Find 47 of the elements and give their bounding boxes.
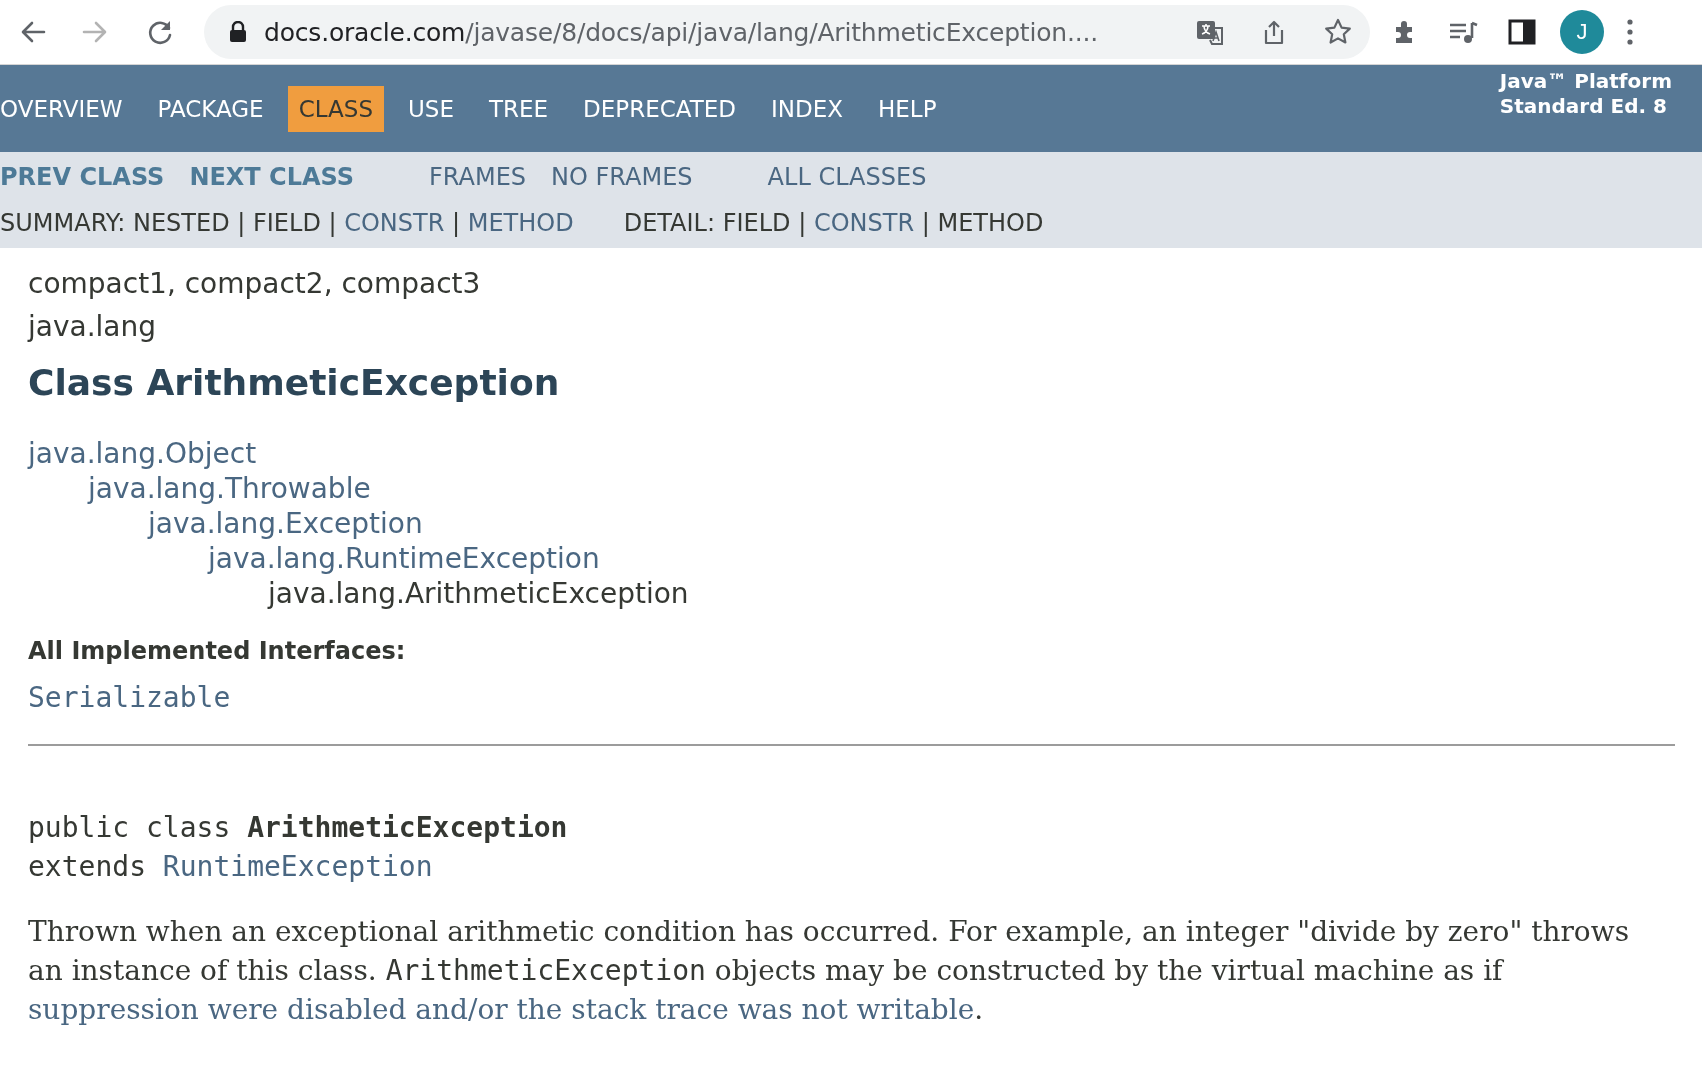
subnav-link[interactable]: NO FRAMES (551, 163, 693, 191)
superclass-link[interactable]: RuntimeException (162, 850, 433, 883)
inheritance-link[interactable]: java.lang.Exception (148, 506, 423, 541)
star-icon[interactable] (1324, 18, 1352, 46)
inheritance-link[interactable]: java.lang.RuntimeException (208, 541, 600, 576)
nav-tab[interactable]: USE (397, 85, 465, 132)
address-bar[interactable]: docs.oracle.com/javase/8/docs/api/java/lang/ArithmeticException.... (204, 5, 1370, 59)
subnav-link[interactable]: NEXT CLASS (189, 163, 355, 191)
nav-tab[interactable]: OVERVIEW (0, 85, 134, 132)
summary-link[interactable]: CONSTR (344, 209, 445, 237)
class-signature: public class ArithmeticException (28, 810, 568, 846)
extends-clause: extends RuntimeException (28, 849, 433, 885)
subnav-link[interactable]: FRAMES (429, 163, 527, 191)
subnav-link[interactable]: ALL CLASSES (767, 163, 927, 191)
platform-label: Standard Ed. 8 (1499, 94, 1668, 119)
summary-link[interactable]: METHOD (467, 209, 574, 237)
nav-tab[interactable]: DEPRECATED (572, 85, 747, 132)
summary-link[interactable]: CONSTR (813, 209, 915, 237)
url-text: docs.oracle.com/javase/8/docs/api/java/lang/ArithmeticException.... (264, 17, 1098, 47)
interfaces-heading: All Implemented Interfaces: (28, 637, 406, 665)
nav-tab[interactable]: CLASS (287, 85, 384, 132)
inheritance-link[interactable]: java.lang.Object (28, 436, 257, 471)
package-name: java.lang (28, 309, 157, 345)
summary-label: | (451, 209, 462, 237)
inheritance-link[interactable]: java.lang.Throwable (88, 471, 371, 506)
nav-tab[interactable]: INDEX (760, 85, 854, 132)
subnav-link[interactable]: PREV CLASS (0, 163, 165, 191)
share-icon[interactable] (1262, 19, 1286, 45)
class-title: Class ArithmeticException (28, 361, 560, 405)
profile-avatar[interactable]: J (1560, 10, 1604, 54)
class-description: Thrown when an exceptional arithmetic condition has occurred. For example, an integer "divide by zero" throws an instance of this class. ArithmeticException objects may be constructed by the virtual machine as if suppression were disabled and/or the stack trace was not writable. (28, 914, 1631, 1028)
nav-tab[interactable]: TREE (477, 85, 560, 132)
nav-tab[interactable]: HELP (867, 85, 948, 132)
profiles-text: compact1, compact2, compact3 (28, 266, 481, 302)
platform-label: Java™ Platform (1499, 69, 1672, 94)
translate-icon[interactable] (1196, 18, 1224, 46)
summary-label: DETAIL: FIELD | (623, 209, 808, 237)
media-list-icon[interactable] (1448, 20, 1478, 44)
inheritance-class: java.lang.ArithmeticException (268, 576, 689, 611)
summary-label: | METHOD (920, 209, 1044, 237)
more-menu-icon[interactable] (1626, 18, 1634, 46)
interface-link[interactable]: Serializable (28, 681, 231, 714)
description-link[interactable]: suppression were disabled and/or the stack trace was not writable (28, 993, 975, 1026)
side-panel-icon[interactable] (1508, 19, 1536, 45)
summary-label: SUMMARY: NESTED | FIELD | (0, 209, 338, 237)
nav-tab[interactable]: PACKAGE (146, 85, 275, 132)
lock-icon (228, 21, 248, 43)
